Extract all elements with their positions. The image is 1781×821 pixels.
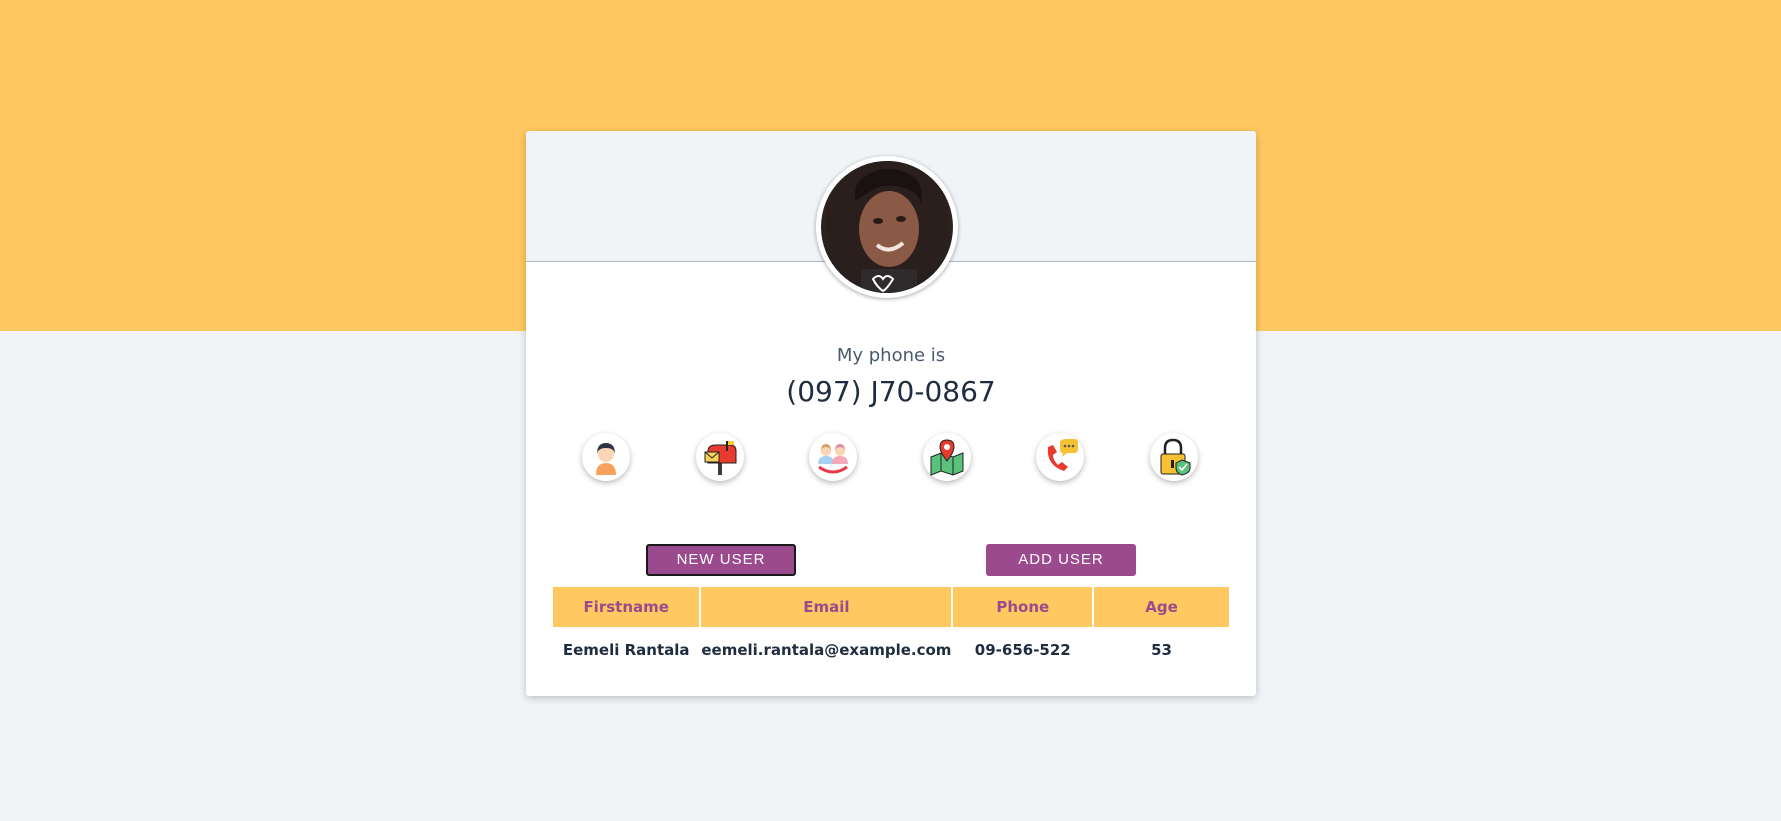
user-icon[interactable] xyxy=(582,433,630,481)
users-table: Firstname Email Phone Age Eemeli Rantala… xyxy=(551,587,1231,673)
birthday-icon[interactable] xyxy=(809,433,857,481)
avatar-photo xyxy=(821,161,953,293)
mailbox-icon[interactable] xyxy=(696,433,744,481)
avatar xyxy=(816,156,958,298)
add-user-button[interactable]: ADD USER xyxy=(986,544,1136,576)
phone-icon[interactable] xyxy=(1036,433,1084,481)
cell-firstname: Eemeli Rantala xyxy=(562,641,690,659)
table-header-row: Firstname Email Phone Age xyxy=(553,587,1229,627)
column-header-phone: Phone xyxy=(953,587,1093,627)
column-header-firstname: Firstname xyxy=(553,587,700,627)
column-header-age: Age xyxy=(1094,587,1229,627)
user-card: My phone is (097) J70-0867 NEW USER ADD … xyxy=(526,131,1256,696)
table-row: Eemeli Rantala eemeli.rantala@example.co… xyxy=(553,627,1229,673)
cell-age: 53 xyxy=(1151,641,1172,659)
cell-email: eemeli.rantala@example.com xyxy=(701,641,952,659)
column-header-email: Email xyxy=(701,587,952,627)
map-icon[interactable] xyxy=(923,433,971,481)
info-label: My phone is xyxy=(836,345,946,366)
lock-icon[interactable] xyxy=(1150,433,1198,481)
cell-phone: 09-656-522 xyxy=(974,641,1071,659)
info-value: (097) J70-0867 xyxy=(786,375,996,408)
info-icon-row xyxy=(526,433,1256,485)
new-user-button[interactable]: NEW USER xyxy=(646,544,796,576)
